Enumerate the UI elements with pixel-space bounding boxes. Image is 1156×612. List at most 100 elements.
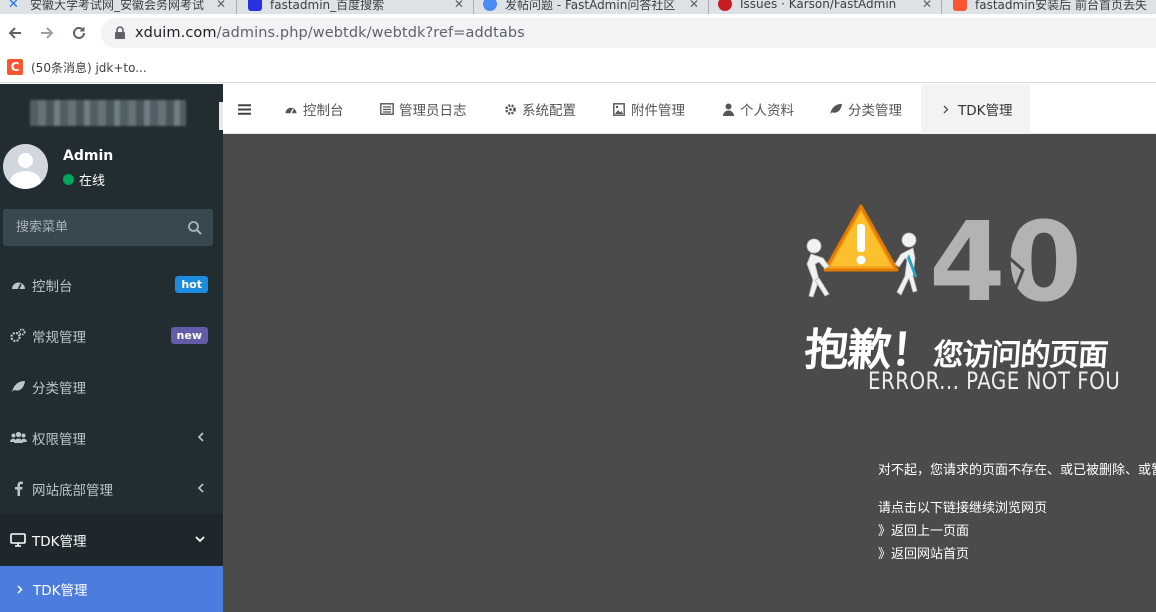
browser-tab-title: Issues · Karson/FastAdmin (740, 0, 897, 11)
warning-triangle-icon (823, 204, 899, 272)
error-subtitle: ERROR... PAGE NOT FOU (868, 367, 1121, 395)
leaf-icon (829, 102, 843, 116)
menu-toggle-button[interactable] (233, 98, 255, 120)
chevron-down-icon (194, 531, 206, 547)
sidebar-item-permissions[interactable]: 权限管理 (0, 412, 223, 463)
sidebar-item-label: 分类管理 (32, 380, 86, 397)
tab-attachments[interactable]: 附件管理 (612, 84, 685, 134)
lock-icon (115, 26, 125, 39)
tab-category[interactable]: 分类管理 (829, 84, 902, 134)
group-icon (9, 429, 27, 447)
sidebar-item-label: TDK管理 (32, 533, 87, 550)
online-dot-icon (63, 174, 74, 185)
sidebar-subitem-tdk[interactable]: TDK管理 (0, 566, 223, 612)
back-button[interactable] (3, 21, 27, 45)
sidebar-item-label: 网站底部管理 (32, 482, 113, 499)
browser-tab-title: 安徽大学考试网_安徽会务网考试 (30, 0, 205, 12)
top-navigation: 控制台 管理员日志 系统配置 附件管理 个人资料 分类管理 TDK管理 (223, 84, 1156, 134)
arrow-right-icon (41, 27, 54, 39)
bookmark-label: (50条消息) jdk+to... (31, 60, 147, 75)
back-link[interactable]: 》返回上一页面 (878, 520, 969, 539)
tab-label: 个人资料 (740, 103, 794, 119)
tab-label: TDK管理 (958, 103, 1013, 119)
chevron-left-icon (194, 480, 206, 496)
bars-icon (237, 103, 251, 115)
sidebar-item-footer[interactable]: 网站底部管理 (0, 463, 223, 514)
url-host: xduim.com (135, 25, 217, 41)
tab-favicon-icon (718, 0, 732, 11)
tab-label: 分类管理 (848, 103, 902, 119)
tab-separator (941, 0, 942, 14)
tab-admin-log[interactable]: 管理员日志 (380, 84, 467, 134)
user-icon (721, 102, 735, 116)
facebook-icon (9, 480, 27, 498)
browser-tab[interactable]: Issues · Karson/FastAdmin ✕ (718, 0, 940, 14)
chevron-right-icon (939, 102, 953, 116)
forward-button[interactable] (35, 21, 59, 45)
tab-tdk[interactable]: TDK管理 (921, 84, 1030, 134)
dashboard-icon (284, 102, 298, 116)
logo[interactable] (0, 84, 223, 134)
tab-favicon-icon: ✕ (8, 0, 19, 12)
url-text[interactable]: xduim.com/admins.php/webtdk/webtdk?ref=a… (135, 25, 525, 41)
sidebar-item-general[interactable]: 常规管理 new (0, 310, 223, 361)
browser-tab-strip: ✕ 安徽大学考试网_安徽会务网考试 ✕ fastadmin_百度搜索 ✕ 发帖问… (0, 0, 1156, 14)
hot-badge: hot (175, 276, 208, 293)
user-panel: Admin 在线 (0, 139, 223, 199)
browser-toolbar: xduim.com/admins.php/webtdk/webtdk?ref=a… (0, 14, 1156, 52)
image-icon (612, 102, 626, 116)
tab-separator (473, 0, 474, 14)
user-status: 在线 (63, 170, 105, 189)
csdn-icon: C (7, 59, 23, 75)
chevron-right-icon (15, 584, 25, 594)
browser-tab-title: fastadmin_百度搜索 (270, 0, 385, 12)
sidebar-item-label: 常规管理 (32, 329, 86, 346)
username: Admin (63, 148, 114, 164)
home-link[interactable]: 》返回网站首页 (878, 543, 969, 562)
search-icon[interactable] (187, 220, 203, 236)
arrow-left-icon (8, 27, 21, 39)
error-code-digits: 40 (929, 200, 1151, 310)
browser-tab[interactable]: fastadmin_百度搜索 ✕ (248, 0, 472, 14)
bookmark-item[interactable]: C (50条消息) jdk+to... (7, 57, 147, 77)
address-bar[interactable]: xduim.com/admins.php/webtdk/webtdk?ref=a… (101, 18, 1156, 48)
cogs-icon (9, 327, 27, 345)
close-icon[interactable]: ✕ (681, 0, 707, 11)
desktop-icon (9, 531, 27, 549)
bookmarks-bar: C (50条消息) jdk+to... (0, 52, 1156, 83)
sidebar-item-tdk[interactable]: TDK管理 (0, 514, 223, 565)
new-badge: new (170, 327, 208, 344)
sidebar-item-label: 控制台 (32, 278, 73, 295)
browser-tab[interactable]: 发帖问题 - FastAdmin问答社区 ✕ (483, 0, 707, 14)
error-prompt: 请点击以下链接继续浏览网页 (878, 501, 1048, 516)
tab-label: 控制台 (303, 103, 344, 119)
tab-favicon-icon (483, 0, 497, 11)
sidebar-item-dashboard[interactable]: 控制台 hot (0, 259, 223, 310)
main-content: 40 抱歉！您访问的页面 ERROR... PAGE NOT FOU 对不起，您… (223, 134, 1156, 612)
browser-tab[interactable]: ✕ 安徽大学考试网_安徽会务网考试 ✕ (8, 0, 234, 14)
tab-favicon-icon (248, 0, 262, 11)
close-icon[interactable]: ✕ (914, 0, 940, 11)
leaf-icon (9, 378, 27, 396)
sidebar-item-label: 权限管理 (32, 431, 86, 448)
stick-figure-left-icon (806, 238, 830, 298)
avatar (3, 144, 48, 189)
tab-separator (708, 0, 709, 14)
tab-system-config[interactable]: 系统配置 (503, 84, 576, 134)
close-icon[interactable]: ✕ (446, 0, 472, 11)
tab-dashboard[interactable]: 控制台 (284, 84, 344, 134)
sidebar: Admin 在线 控制台 hot 常规管理 new 分类管理 权限管理 (0, 84, 223, 612)
menu-search-input[interactable] (3, 209, 183, 246)
url-path: /admins.php/webtdk/webtdk?ref=addtabs (216, 25, 525, 41)
list-alt-icon (380, 102, 394, 116)
error-message: 对不起，您请求的页面不存在、或已被删除、或暂 (878, 463, 1156, 478)
reload-button[interactable] (67, 21, 91, 45)
browser-tab[interactable]: fastadmin安装后 前台首页丢失 (953, 0, 1156, 14)
tab-profile[interactable]: 个人资料 (721, 84, 794, 134)
browser-tab-title: 发帖问题 - FastAdmin问答社区 (505, 0, 676, 12)
sidebar-item-category[interactable]: 分类管理 (0, 361, 223, 412)
tab-separator (236, 0, 237, 14)
tab-label: 系统配置 (522, 103, 576, 119)
user-status-label: 在线 (79, 174, 106, 189)
close-icon[interactable]: ✕ (208, 0, 234, 11)
